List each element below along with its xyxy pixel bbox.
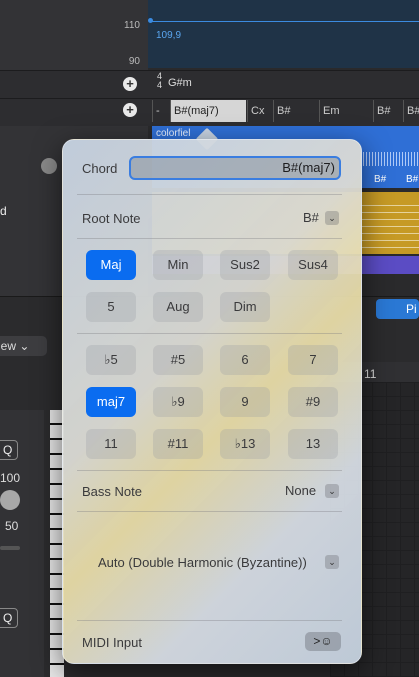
quantize-button[interactable]: Q — [0, 440, 18, 460]
chord-cell-selected[interactable]: B#(maj7) — [170, 100, 246, 122]
waveform — [360, 152, 419, 166]
divider — [77, 333, 342, 334]
quality-dim-button[interactable]: Dim — [220, 292, 270, 322]
chord-label: Chord — [82, 161, 118, 176]
tempo-tick-90: 90 — [128, 56, 140, 67]
ext-6-button[interactable]: 6 — [220, 345, 270, 375]
divider — [77, 620, 342, 621]
chevron-down-icon[interactable]: ⌄ — [325, 211, 339, 225]
ext-sharp5-button[interactable]: #5 — [153, 345, 203, 375]
time-signature[interactable]: 4 4 — [157, 72, 162, 90]
quality-sus4-button[interactable]: Sus4 — [288, 250, 338, 280]
velocity-value: 100 — [0, 471, 21, 485]
divider — [77, 470, 342, 471]
scale-value[interactable]: Auto (Double Harmonic (Byzantine)) — [98, 555, 307, 570]
notation-preview — [360, 200, 419, 248]
root-note-label: Root Note — [82, 211, 141, 226]
mini-slider[interactable] — [0, 546, 20, 550]
divider — [77, 194, 342, 195]
chord-cell[interactable]: B# — [403, 100, 419, 122]
key-signature[interactable]: G#m — [168, 77, 192, 89]
tempo-line[interactable] — [150, 21, 419, 22]
ext-flat5-button[interactable]: ♭5 — [86, 345, 136, 375]
ext-7-button[interactable]: 7 — [288, 345, 338, 375]
chord-cell[interactable]: B# — [373, 100, 403, 122]
time-signature-bottom: 4 — [157, 80, 163, 90]
bass-note-label: Bass Note — [82, 484, 142, 499]
tempo-value: 109,9 — [156, 30, 182, 41]
ext-maj7-button[interactable]: maj7 — [86, 387, 136, 417]
midi-input-button[interactable]: >☺ — [305, 632, 341, 651]
track-slider-knob[interactable] — [41, 158, 57, 174]
chord-cell[interactable]: Em — [319, 100, 373, 122]
quality-maj-button[interactable]: Maj — [86, 250, 136, 280]
quality-aug-button[interactable]: Aug — [153, 292, 203, 322]
divider — [77, 238, 342, 239]
signature-track-row — [0, 70, 419, 98]
view-menu-button[interactable]: iew ⌄ — [0, 336, 47, 356]
bass-note-value[interactable]: None — [285, 483, 316, 498]
chord-field[interactable]: B#(maj7) — [129, 156, 341, 180]
add-signature-icon[interactable]: + — [123, 77, 137, 91]
quality-min-button[interactable]: Min — [153, 250, 203, 280]
chord-cell[interactable]: - — [152, 100, 170, 122]
tempo-point[interactable] — [148, 18, 153, 23]
quality-5-button[interactable]: 5 — [86, 292, 136, 322]
ext-flat13-button[interactable]: ♭13 — [220, 429, 270, 459]
chevron-down-icon[interactable]: ⌄ — [325, 484, 339, 498]
ext-flat9-button[interactable]: ♭9 — [153, 387, 203, 417]
ext-sharp9-button[interactable]: #9 — [288, 387, 338, 417]
chevron-down-icon[interactable]: ⌄ — [325, 555, 339, 569]
chord-cell[interactable]: B# — [273, 100, 319, 122]
ext-sharp11-button[interactable]: #11 — [153, 429, 203, 459]
track-label: d — [0, 204, 7, 218]
region-chord: B# — [406, 174, 419, 185]
add-chord-icon[interactable]: + — [123, 103, 137, 117]
strength-value: 50 — [5, 519, 19, 533]
quantize-button-2[interactable]: Q — [0, 608, 18, 628]
root-note-value[interactable]: B# — [303, 210, 319, 225]
tempo-tick-110: 110 — [124, 20, 140, 31]
divider — [77, 511, 342, 512]
tempo-track-area[interactable] — [148, 0, 419, 68]
piano-roll-tab[interactable]: Pi — [376, 299, 419, 319]
velocity-knob[interactable] — [0, 490, 20, 510]
ext-9-button[interactable]: 9 — [220, 387, 270, 417]
region-name: colorfiel — [156, 128, 191, 139]
ext-11-button[interactable]: 11 — [86, 429, 136, 459]
chord-cell[interactable]: Cx — [247, 100, 273, 122]
quality-sus2-button[interactable]: Sus2 — [220, 250, 270, 280]
midi-keyboard-icon: >☺ — [313, 634, 333, 648]
midi-input-label: MIDI Input — [82, 635, 142, 650]
region-chord: B# — [374, 174, 387, 185]
ext-13-button[interactable]: 13 — [288, 429, 338, 459]
